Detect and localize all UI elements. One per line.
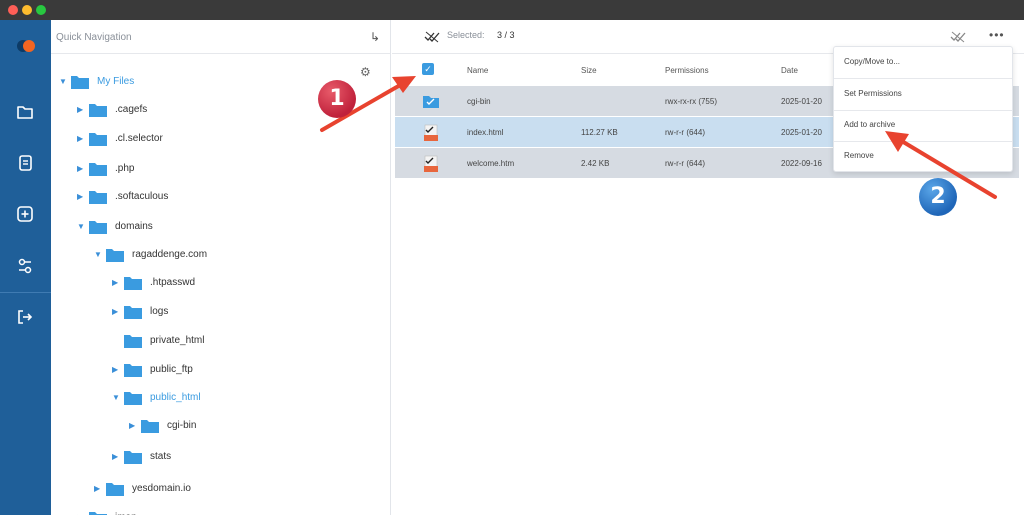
file-permissions: rw-r-r (644) [665,128,705,137]
chevron-right-icon[interactable]: ▶ [77,105,87,114]
chevron-right-icon[interactable]: ▶ [77,192,87,201]
folder-icon [141,420,159,433]
tree-item-label: logs [150,306,169,317]
chevron-down-icon[interactable]: ▼ [112,393,122,402]
chevron-down-icon[interactable]: ▼ [77,222,87,231]
chevron-right-icon[interactable]: ▶ [112,307,122,316]
file-date: 2025-01-20 [781,128,822,137]
folder-icon [89,191,107,204]
chevron-right-icon[interactable]: ▶ [77,164,87,173]
tree-item-label: stats [150,451,172,462]
folder-icon [89,104,107,117]
deselect-icon[interactable] [950,30,966,44]
tree-header: Quick Navigation ↳ [51,20,390,54]
context-menu: Copy/Move to... Set Permissions Add to a… [833,46,1013,172]
title-bar [0,0,1024,20]
folder-icon [124,392,142,405]
file-name: welcome.htm [467,159,515,168]
folder-icon [106,483,124,496]
chevron-right-icon[interactable]: ▶ [112,278,122,287]
menu-item-set-permissions[interactable]: Set Permissions [834,79,1012,109]
annotation-badge-1: 1 [318,80,356,118]
annotation-badge-2: 2 [919,178,957,216]
column-header-permissions[interactable]: Permissions [665,66,709,75]
folder-icon [89,512,107,515]
app-logo [17,40,35,52]
tree-item-label: domains [115,221,153,232]
column-header-name[interactable]: Name [467,66,488,75]
tree-item-label: .softaculous [115,191,169,202]
folder-icon [71,76,89,89]
gear-icon[interactable]: ⚙ [360,66,372,78]
file-name: cgi-bin [467,97,491,106]
column-header-date[interactable]: Date [781,66,798,75]
folder-icon [89,221,107,234]
select-all-icon[interactable] [424,30,440,44]
menu-item-add-to-archive[interactable]: Add to archive [834,110,1012,140]
add-icon[interactable] [15,204,35,224]
folder-icon [124,364,142,377]
tree-item-label: .cagefs [115,104,148,115]
folder-icon [124,335,142,348]
folder-icon [422,93,440,109]
selected-label: Selected: [447,30,485,40]
quick-navigation-title: Quick Navigation [56,32,132,43]
folder-icon [89,163,107,176]
chevron-right-icon[interactable]: ▶ [112,452,122,461]
close-window-button[interactable] [8,5,18,15]
folder-icon [89,133,107,146]
menu-item-copy-move[interactable]: Copy/Move to... [834,47,1012,77]
file-date: 2022-09-16 [781,159,822,168]
chevron-down-icon[interactable]: ▼ [94,250,104,259]
folder-icon [106,249,124,262]
rail-divider [0,292,51,293]
tree-item-label: ragaddenge.com [132,249,208,260]
minimize-window-button[interactable] [22,5,32,15]
menu-item-remove[interactable]: Remove [834,141,1012,171]
tree-item-label: My Files [97,76,135,87]
column-header-size[interactable]: Size [581,66,597,75]
tree-item-label: cgi-bin [167,420,197,431]
chevron-right-icon[interactable]: ▶ [129,421,139,430]
file-date: 2025-01-20 [781,97,822,106]
collapse-arrow-icon[interactable]: ↳ [370,30,380,44]
file-size: 2.42 KB [581,159,610,168]
tree-item-label: public_html [150,392,201,403]
folder-icon [124,277,142,290]
chevron-right-icon[interactable]: ▶ [94,484,104,493]
tree-item-label: .cl.selector [115,133,163,144]
html-file-icon [422,124,440,141]
settings-sliders-icon[interactable] [15,256,35,276]
chevron-right-icon[interactable]: ▶ [77,134,87,143]
tree-item-label: .php [115,163,135,174]
folder-icon [124,451,142,464]
selected-count: 3 / 3 [497,30,515,40]
tree-item-label: private_html [150,335,205,346]
folder-icon [124,306,142,319]
file-permissions: rwx-rx-rx (755) [665,97,717,106]
file-size: 112.27 KB [581,128,618,137]
file-name: index.html [467,128,504,137]
more-options-icon[interactable]: ••• [989,28,1005,42]
app-rail [0,20,51,515]
logout-icon[interactable] [15,307,35,327]
document-icon[interactable] [15,153,35,173]
folder-icon[interactable] [15,102,35,122]
html-file-icon [422,155,440,172]
tree-item-label: public_ftp [150,364,193,375]
chevron-right-icon[interactable]: ▶ [112,365,122,374]
file-permissions: rw-r-r (644) [665,159,705,168]
app-window: Quick Navigation ↳ ⚙ ▼ My Files ▶ .cagefs ▶.… [0,0,1024,515]
tree-item-label: yesdomain.io [132,483,191,494]
chevron-down-icon[interactable]: ▼ [59,77,69,86]
tree-item-label: .htpasswd [150,277,196,288]
maximize-window-button[interactable] [36,5,46,15]
select-all-checkbox[interactable]: ✓ [422,63,434,75]
